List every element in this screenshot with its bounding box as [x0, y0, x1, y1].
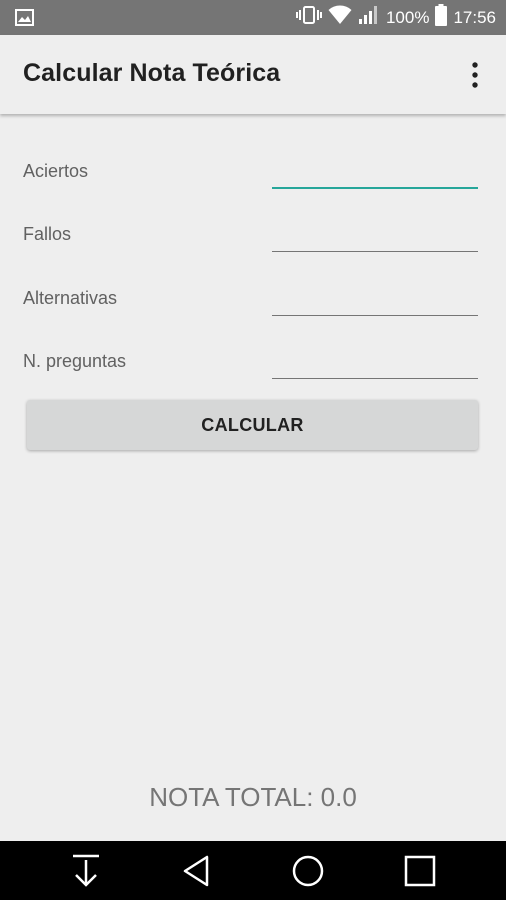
- form-row-fallos: Fallos: [0, 208, 506, 272]
- page-title: Calcular Nota Teórica: [23, 59, 281, 87]
- aciertos-input[interactable]: [272, 155, 478, 189]
- alternativas-input[interactable]: [272, 282, 478, 316]
- more-vert-icon[interactable]: [466, 61, 484, 89]
- recents-icon[interactable]: [402, 853, 438, 889]
- home-icon[interactable]: [290, 853, 326, 889]
- clock: 17:56: [453, 7, 496, 27]
- signal-icon: [358, 5, 380, 30]
- wifi-icon: [328, 5, 352, 30]
- form-row-alternativas: Alternativas: [0, 272, 506, 336]
- app-bar: Calcular Nota Teórica: [0, 35, 506, 114]
- gallery-icon: [15, 9, 34, 31]
- fallos-input[interactable]: [272, 218, 478, 252]
- n-preguntas-label: N. preguntas: [23, 351, 127, 371]
- status-bar: 100% 17:56: [0, 0, 506, 35]
- nota-total-label: NOTA TOTAL: 0.0: [149, 782, 357, 812]
- calcular-button[interactable]: CALCULAR: [27, 400, 478, 450]
- n-preguntas-input[interactable]: [272, 345, 478, 379]
- battery-icon: [435, 4, 448, 31]
- alternativas-label: Alternativas: [23, 288, 118, 308]
- navigation-bar: [0, 841, 506, 900]
- aciertos-label: Aciertos: [23, 161, 89, 181]
- back-icon[interactable]: [180, 853, 216, 889]
- download-icon[interactable]: [68, 853, 104, 889]
- form-row-aciertos: Aciertos: [0, 145, 506, 209]
- form-row-n-preguntas: N. preguntas: [0, 335, 506, 399]
- fallos-label: Fallos: [23, 224, 72, 244]
- battery-percent: 100%: [385, 7, 430, 27]
- vibrate-icon: [295, 5, 322, 30]
